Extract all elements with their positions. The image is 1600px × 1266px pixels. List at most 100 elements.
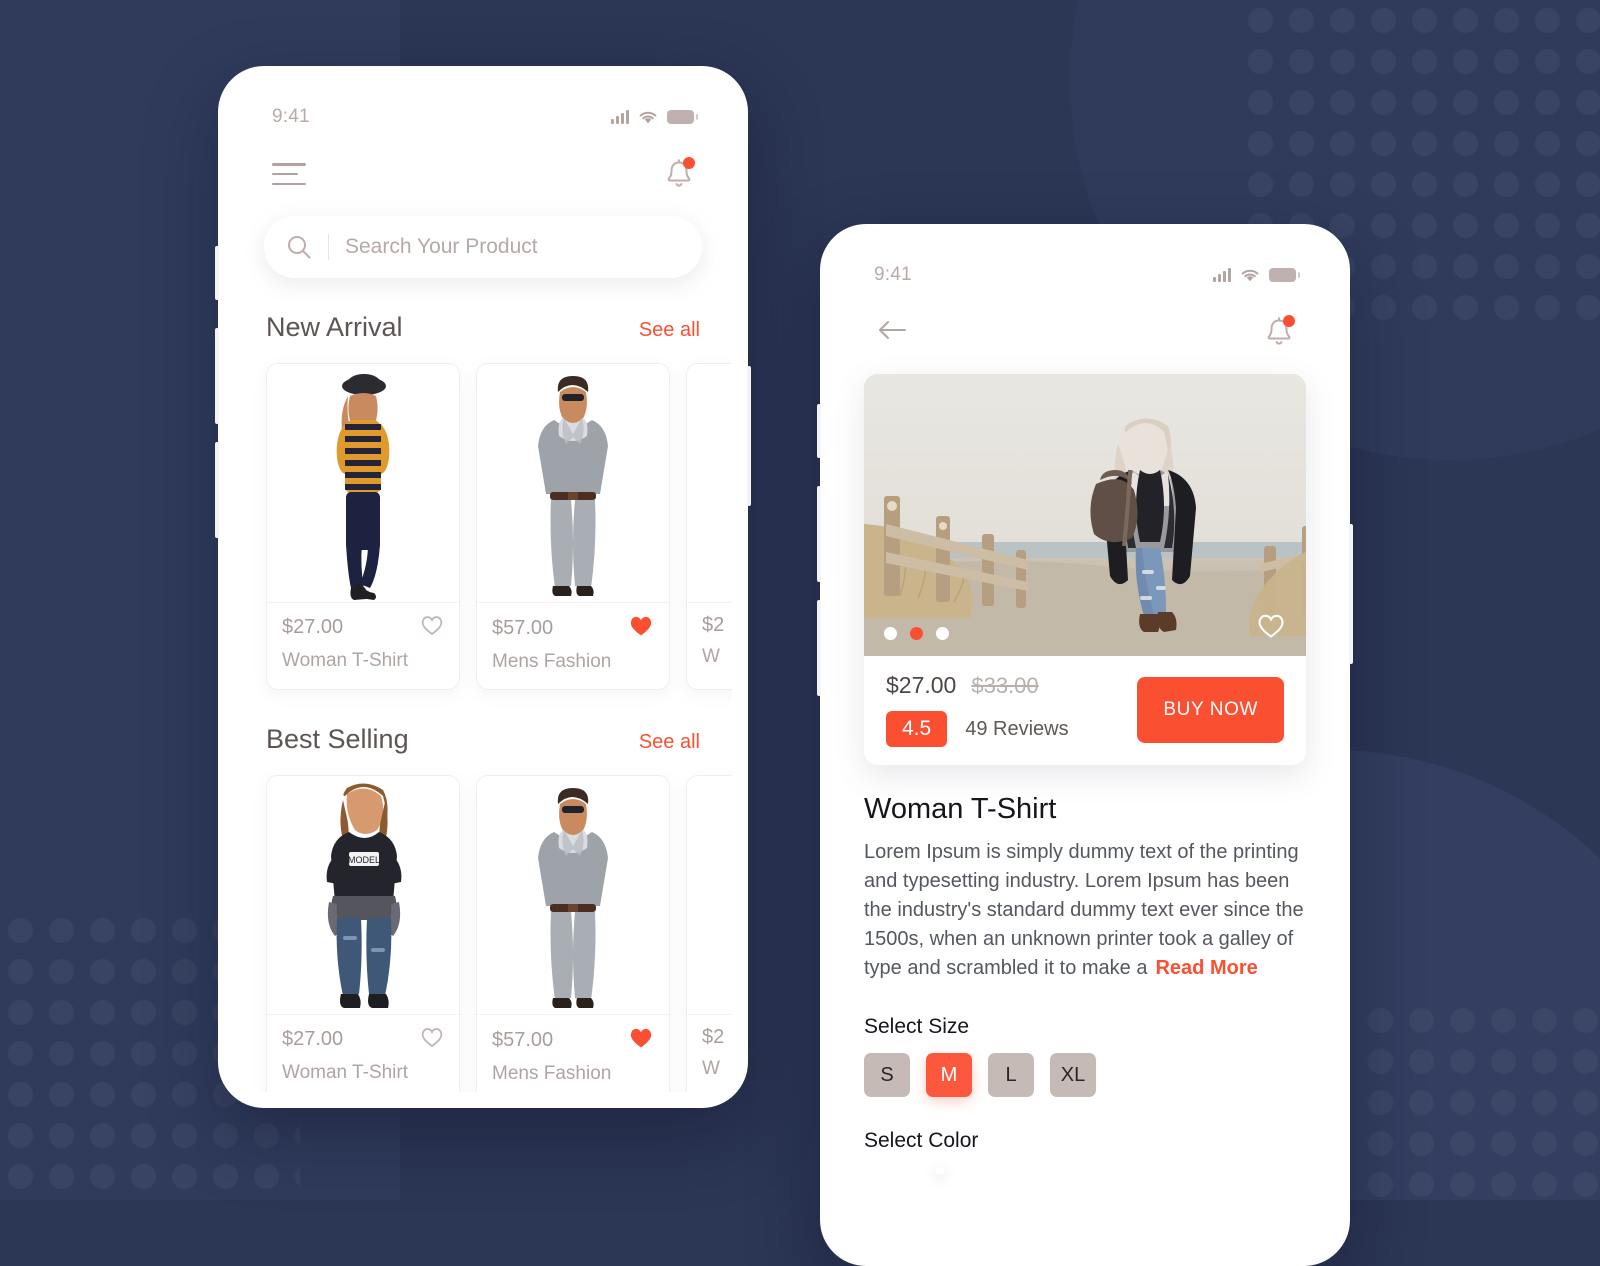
product-name: Woman T-Shirt — [282, 650, 409, 671]
bell-icon[interactable] — [664, 157, 695, 190]
size-selector[interactable]: S M L XL — [864, 1053, 1306, 1097]
product-name: Mens Fashion — [492, 651, 612, 672]
dot-pattern-bottom-right — [1360, 1000, 1600, 1200]
wifi-icon — [1241, 269, 1259, 281]
home-header — [234, 128, 732, 190]
hamburger-menu-icon[interactable] — [272, 163, 306, 185]
status-bar: 9:41 — [836, 240, 1334, 286]
phone-button-silent[interactable] — [817, 404, 821, 458]
size-option-m[interactable]: M — [926, 1053, 972, 1097]
product-pricing-bar: $27.00 $33.00 4.5 49 Reviews BUY NOW — [864, 656, 1306, 765]
product-info: $57.00 Mens Fashion — [477, 602, 669, 689]
heart-outline-icon[interactable] — [420, 1026, 444, 1053]
heart-outline-icon[interactable] — [420, 614, 444, 641]
product-price-row: $2 — [702, 614, 732, 637]
product-card[interactable]: $27.00 Woman T-Shirt — [266, 363, 460, 690]
product-price-row: $57.00 — [492, 614, 654, 642]
size-option-xl[interactable]: XL — [1050, 1053, 1096, 1097]
phone-button-volume-down[interactable] — [817, 600, 821, 696]
product-row-best-selling[interactable]: MODEL $27.00 Woman T-Shirt $57.00 Mens F… — [234, 775, 732, 1092]
status-icon-group — [1213, 268, 1300, 283]
product-price: $57.00 — [492, 616, 554, 639]
search-input[interactable]: Search Your Product — [264, 216, 702, 278]
section-header-best-selling: Best Selling See all — [234, 724, 732, 755]
size-option-s[interactable]: S — [864, 1053, 910, 1097]
rating-row: 4.5 49 Reviews — [886, 711, 1137, 747]
product-info: $27.00 Woman T-Shirt — [267, 1014, 459, 1092]
section-title: Best Selling — [266, 724, 409, 754]
pricing-left: $27.00 $33.00 4.5 49 Reviews — [886, 672, 1137, 747]
phone-button-volume-up[interactable] — [215, 328, 219, 424]
product-card[interactable]: $2 W — [686, 775, 732, 1092]
section-header-new-arrival: New Arrival See all — [234, 312, 732, 343]
search-placeholder-text: Search Your Product — [345, 235, 538, 258]
gallery-pagination-dots[interactable] — [884, 627, 949, 640]
phone-button-volume-down[interactable] — [215, 442, 219, 538]
gallery-dot-2[interactable] — [910, 627, 923, 640]
battery-icon — [667, 110, 698, 124]
phone-button-volume-up[interactable] — [817, 486, 821, 582]
rating-badge: 4.5 — [886, 711, 948, 747]
status-time: 9:41 — [272, 106, 310, 127]
color-selector[interactable] — [864, 1167, 1306, 1175]
see-all-new-arrival[interactable]: See all — [639, 319, 700, 342]
gallery-dot-3[interactable] — [936, 627, 949, 640]
buy-now-button[interactable]: BUY NOW — [1137, 676, 1284, 743]
see-all-best-selling[interactable]: See all — [639, 731, 700, 754]
color-swatch-wrap[interactable] — [912, 1167, 920, 1175]
product-detail-body: Woman T-Shirt Lorem Ipsum is simply dumm… — [836, 793, 1334, 1175]
heart-outline-icon[interactable] — [1256, 612, 1286, 644]
product-price: $2 — [702, 1026, 725, 1048]
phone-button-silent[interactable] — [215, 246, 219, 300]
product-price: $57.00 — [492, 1028, 554, 1051]
phone-detail-screen: 9:41 $27.00 $33.00 4.5 49 Reviews BUY NO… — [817, 224, 1353, 1266]
select-color-label: Select Color — [864, 1129, 979, 1152]
product-image — [267, 364, 459, 602]
product-image — [687, 776, 732, 1014]
notification-badge — [683, 157, 695, 169]
product-name: W — [702, 1058, 720, 1079]
select-size-label: Select Size — [864, 1015, 970, 1038]
phone-home-screen: 9:41 Search Your Product New Arrival See… — [215, 66, 751, 1108]
color-swatch-wrap-selected[interactable] — [936, 1167, 944, 1175]
color-swatch-wrap[interactable] — [888, 1167, 896, 1175]
product-price-row: $2 — [702, 1026, 732, 1049]
arrow-left-icon[interactable] — [876, 318, 908, 347]
gallery-dot-1[interactable] — [884, 627, 897, 640]
heart-filled-icon[interactable] — [628, 614, 654, 642]
product-price-row: $27.00 — [282, 1026, 444, 1053]
product-image — [477, 776, 669, 1014]
current-price: $27.00 — [886, 672, 957, 698]
product-price-row: $57.00 — [492, 1026, 654, 1054]
phone-button-power[interactable] — [747, 366, 751, 506]
bell-icon[interactable] — [1264, 315, 1295, 348]
signal-icon — [1213, 268, 1231, 282]
product-card[interactable]: MODEL $27.00 Woman T-Shirt — [266, 775, 460, 1092]
size-option-l[interactable]: L — [988, 1053, 1034, 1097]
color-swatch-wrap[interactable] — [960, 1167, 968, 1175]
product-image: MODEL — [267, 776, 459, 1014]
status-bar: 9:41 — [234, 82, 732, 128]
product-info: $2 W — [687, 602, 732, 684]
product-info: $57.00 Mens Fashion — [477, 1014, 669, 1092]
detail-header — [836, 286, 1334, 348]
color-swatch-wrap[interactable] — [864, 1167, 872, 1175]
battery-icon — [1269, 268, 1300, 282]
phone-button-power[interactable] — [1349, 524, 1353, 664]
product-name: W — [702, 646, 720, 667]
read-more-link[interactable]: Read More — [1155, 957, 1257, 979]
product-gallery-image[interactable] — [864, 374, 1306, 656]
product-card[interactable]: $57.00 Mens Fashion — [476, 363, 670, 690]
heart-filled-icon[interactable] — [628, 1026, 654, 1054]
section-title: New Arrival — [266, 312, 403, 342]
reviews-count[interactable]: 49 Reviews — [965, 718, 1068, 741]
wifi-icon — [639, 111, 657, 123]
notification-badge — [1283, 315, 1295, 327]
product-description: Lorem Ipsum is simply dummy text of the … — [864, 838, 1306, 983]
product-row-new-arrival[interactable]: $27.00 Woman T-Shirt $57.00 Mens Fashion… — [234, 363, 732, 690]
search-placeholder: Search Your Product — [345, 235, 538, 259]
product-title: Woman T-Shirt — [864, 793, 1057, 825]
product-card[interactable]: $57.00 Mens Fashion — [476, 775, 670, 1092]
product-card[interactable]: $2 W — [686, 363, 732, 690]
product-info: $27.00 Woman T-Shirt — [267, 602, 459, 688]
